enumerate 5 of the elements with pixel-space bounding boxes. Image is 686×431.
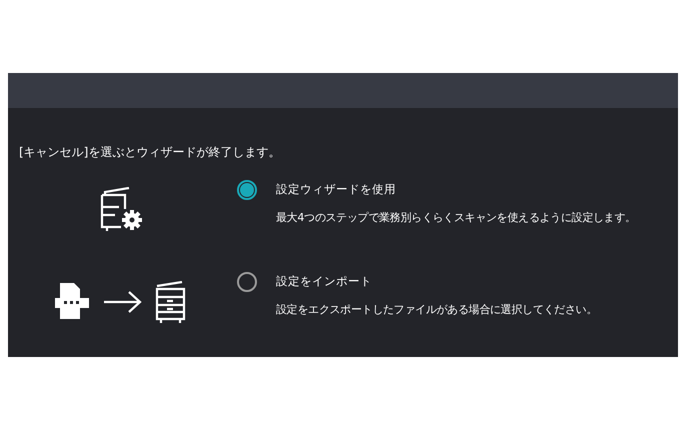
option-description: 設定をエクスポートしたファイルがある場合に選択してください。 xyxy=(276,302,598,317)
option-description: 最大4つのステップで業務別らくらくスキャンを使えるように設定します。 xyxy=(276,210,636,225)
cancel-message: [キャンセル]を選ぶとウィザードが終了します。 xyxy=(19,144,282,161)
option-label: 設定ウィザードを使用 xyxy=(276,182,397,197)
option-label: 設定をインポート xyxy=(276,274,373,289)
